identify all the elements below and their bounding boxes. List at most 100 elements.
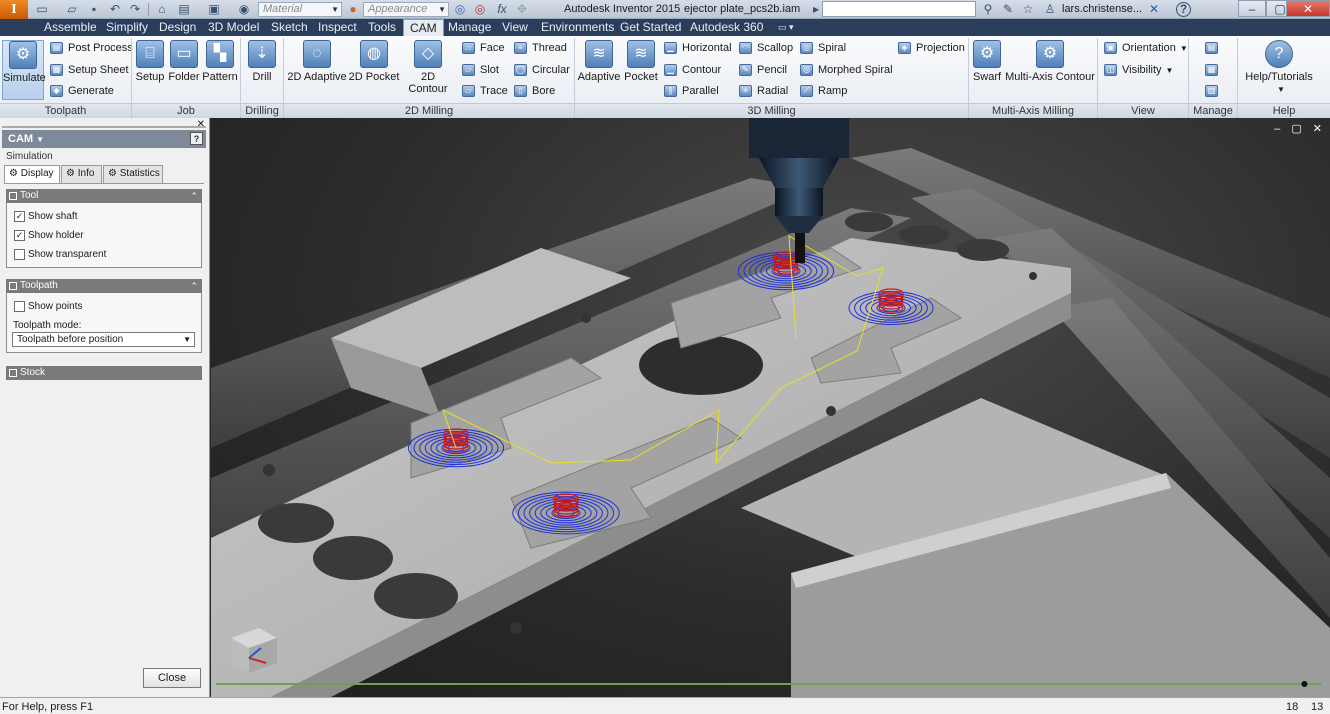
tab-get-started[interactable]: Get Started [614,19,687,36]
2d-adaptive-button[interactable]: ◌ 2D Adaptive [286,40,348,100]
stock-section-header[interactable]: Stock [6,366,202,380]
show-shaft-checkbox[interactable]: ✓ Show shaft [14,209,77,224]
tab-cam[interactable]: CAM [403,19,444,36]
visibility-dropdown[interactable]: ◫ Visibility ▼ [1102,61,1173,79]
thread-button[interactable]: ≡ Thread [512,39,567,57]
tab-info[interactable]: ⚙ Info [61,165,102,183]
toolpath-mode-select[interactable]: Toolpath before position ▼ [12,332,195,347]
collapse-icon[interactable]: ⌃ [190,279,198,293]
appearance-combo[interactable]: Appearance ▼ [363,2,449,17]
tab-inspect[interactable]: Inspect [312,19,363,36]
undo-icon[interactable]: ↶ [107,2,123,17]
exchange-icon[interactable]: ✕ [1146,2,1162,17]
spiral-button[interactable]: ◎ Spiral [798,39,846,57]
tab-design[interactable]: Design [153,19,202,36]
viewport-window-controls[interactable]: – ▢ ✕ [1274,122,1326,135]
bore-button[interactable]: ▯ Bore [512,82,555,100]
setup-sheet-button[interactable]: ▦ Setup Sheet [48,61,129,79]
tool-section-header[interactable]: Tool ⌃ [6,189,202,203]
simulate-button[interactable]: ⚙ Simulate [2,40,46,100]
inventor-logo-icon[interactable]: I [0,0,28,19]
2d-pocket-button[interactable]: ◍ 2D Pocket [348,40,400,100]
show-transparent-checkbox[interactable]: Show transparent [14,247,106,262]
tab-3d-model[interactable]: 3D Model [202,19,265,36]
orientation-dropdown[interactable]: ▣ Orientation ▼ [1102,39,1188,57]
horizontal-button[interactable]: ▁ Horizontal [662,39,732,57]
clear-appearance-icon[interactable]: ◎ [472,2,488,17]
timeline-slider[interactable] [1301,681,1308,687]
folder-button[interactable]: ▭ Folder [168,40,200,100]
fx-icon[interactable]: fx [494,2,510,17]
generate-button[interactable]: ◆ Generate [48,82,114,100]
tab-tools[interactable]: Tools [362,19,402,36]
help-icon[interactable]: ? [190,132,203,145]
post-process-button[interactable]: ▤ Post Process [48,39,133,57]
adaptive-button[interactable]: ≋ Adaptive [577,40,621,100]
show-holder-checkbox[interactable]: ✓ Show holder [14,228,84,243]
show-points-checkbox[interactable]: Show points [14,299,82,314]
user-name[interactable]: lars.christense... [1062,3,1142,15]
tab-display[interactable]: ⚙ Display [4,165,60,184]
star-icon[interactable]: ☆ [1020,2,1036,17]
binoculars-icon[interactable]: ⚲ [980,2,996,17]
2d-contour-button[interactable]: ◇ 2D Contour [400,40,456,100]
trace-button[interactable]: ▱ Trace [460,82,508,100]
adjust-icon[interactable]: ◎ [452,2,468,17]
tab-environments[interactable]: Environments [535,19,620,36]
graphics-viewport[interactable]: – ▢ ✕ [211,118,1330,697]
face-button[interactable]: ▱ Face [460,39,504,57]
select-icon[interactable]: ▣ [206,2,222,17]
manage-tool-library-button[interactable]: ▤ [1203,39,1221,57]
panel-header[interactable]: CAM ▼ ? [2,130,206,148]
slot-button[interactable]: ▱ Slot [460,61,499,79]
parallel-button[interactable]: ∥ Parallel [662,82,719,100]
ribbon-options-icon[interactable]: ▭ ▾ [772,19,800,36]
move-icon[interactable]: ✥ [514,2,530,17]
panel-close-icon[interactable]: ✕ [197,119,205,130]
projection-button[interactable]: ◈ Projection [896,39,965,57]
minimize-icon[interactable]: – [1238,0,1266,17]
material-combo[interactable]: Material ▼ [258,2,342,17]
user-icon[interactable]: ♙ [1042,2,1058,17]
multi-axis-contour-button[interactable]: ⚙ Multi-Axis Contour [1005,40,1095,100]
scallop-button[interactable]: ◠ Scallop [737,39,793,57]
close-button[interactable]: Close [143,668,201,688]
tab-statistics[interactable]: ⚙ Statistics [103,165,163,183]
swarf-button[interactable]: ⚙ Swarf [970,40,1004,100]
horizontal-icon: ▁ [664,42,677,54]
tab-view[interactable]: View [496,19,534,36]
save-icon[interactable]: ▪ [86,2,102,17]
tab-manage[interactable]: Manage [442,19,497,36]
contour-button[interactable]: ▁ Contour [662,61,721,79]
pocket-button[interactable]: ≋ Pocket [622,40,660,100]
pencil-button[interactable]: ✎ Pencil [737,61,787,79]
toolpath-section-header[interactable]: Toolpath ⌃ [6,279,202,293]
help-tutorials-button[interactable]: ? Help/Tutorials ▼ [1240,40,1318,100]
tab-autodesk-360[interactable]: Autodesk 360 [684,19,769,36]
tab-sketch[interactable]: Sketch [265,19,314,36]
update-icon[interactable]: ◉ [236,2,252,17]
morphed-spiral-button[interactable]: ◎ Morphed Spiral [798,61,893,79]
collapse-icon[interactable]: ⌃ [190,189,198,203]
search-input[interactable] [822,1,976,17]
print-icon[interactable]: ▤ [176,2,192,17]
pattern-button[interactable]: ▚ Pattern [202,40,238,100]
manage-settings-button[interactable]: ▥ [1203,82,1221,100]
close-window-icon[interactable]: ✕ [1286,0,1330,17]
drill-button[interactable]: ⇣ Drill [244,40,280,100]
radial-button[interactable]: ✳ Radial [737,82,788,100]
manage-templates-button[interactable]: ▦ [1203,61,1221,79]
home-icon[interactable]: ⌂ [154,2,170,17]
communication-icon[interactable]: ✎ [1000,2,1016,17]
tab-assemble[interactable]: Assemble [38,19,103,36]
circular-button[interactable]: ◯ Circular [512,61,570,79]
new-icon[interactable]: ▭ [34,2,50,17]
setup-button[interactable]: ⌸ Setup [134,40,166,100]
face-icon: ▱ [462,42,475,54]
help-icon[interactable]: ? [1176,2,1191,17]
grip[interactable] [2,126,206,128]
tab-simplify[interactable]: Simplify [100,19,154,36]
open-icon[interactable]: ▱ [64,2,80,17]
ramp-button[interactable]: ⟋ Ramp [798,82,847,100]
redo-icon[interactable]: ↷ [127,2,143,17]
